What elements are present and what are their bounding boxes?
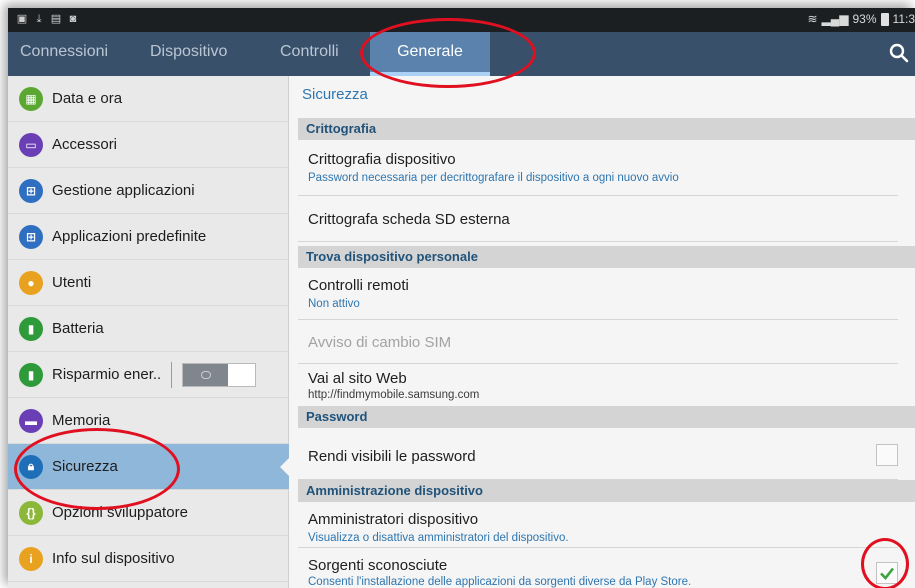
tab-controlli[interactable]: Controlli <box>280 32 339 76</box>
sidebar-item-utenti[interactable]: ● Utenti <box>8 260 289 306</box>
sidebar-item-label: Risparmio ener.. <box>52 366 162 383</box>
section-header-trova-dispositivo: Trova dispositivo personale <box>298 246 915 268</box>
wifi-icon: ≋ <box>807 12 818 26</box>
setting-subtitle: Consenti l'installazione delle applicazi… <box>308 576 692 588</box>
setting-title: Sorgenti sconosciute <box>308 557 448 574</box>
setting-rendi-visibili-password[interactable]: Rendi visibili le password <box>298 428 898 480</box>
info-icon: i <box>19 546 43 571</box>
developer-braces-icon: {} <box>19 500 43 525</box>
system-status: ≋ ▂▄▆ 93% 11:3 <box>807 12 915 26</box>
setting-amministratori-dispositivo[interactable]: Amministratori dispositivo Visualizza o … <box>298 502 898 548</box>
annotation-oval-unknown-sources-checkbox <box>861 538 909 588</box>
notification-icons: ▣ ⤓ ▤ ◙ <box>16 12 79 26</box>
annotation-oval-generale-tab <box>360 18 536 88</box>
setting-subtitle: http://findmymobile.samsung.com <box>308 389 480 401</box>
sidebar-item-label: Data e ora <box>52 90 123 107</box>
battery-icon <box>880 12 889 26</box>
setting-controlli-remoti[interactable]: Controlli remoti Non attivo <box>298 268 898 320</box>
setting-title: Amministratori dispositivo <box>308 511 479 528</box>
setting-subtitle: Password necessaria per decrittografare … <box>308 172 679 184</box>
section-header-crittografia: Crittografia <box>298 118 915 140</box>
sidebar-item-applicazioni-predefinite[interactable]: ⊞ Applicazioni predefinite <box>8 214 289 260</box>
show-password-checkbox[interactable] <box>876 444 898 466</box>
gallery-icon: ▤ <box>50 13 62 25</box>
setting-crittografa-sd[interactable]: Crittografa scheda SD esterna <box>298 196 898 242</box>
tab-dispositivo[interactable]: Dispositivo <box>150 32 227 76</box>
sidebar-item-data-e-ora[interactable]: ▦ Data e ora <box>8 76 289 122</box>
setting-sorgenti-sconosciute[interactable]: Sorgenti sconosciute Consenti l'installa… <box>298 548 898 588</box>
screenshot-icon: ▣ <box>16 13 28 25</box>
battery-icon: ▮ <box>19 316 43 341</box>
setting-vai-al-sito-web[interactable]: Vai al sito Web http://findmymobile.sams… <box>298 364 898 406</box>
section-header-amministrazione: Amministrazione dispositivo <box>298 480 915 502</box>
toggle-off-icon <box>200 370 211 379</box>
sidebar-item-gestione-applicazioni[interactable]: ⊞ Gestione applicazioni <box>8 168 289 214</box>
setting-crittografia-dispositivo[interactable]: Crittografia dispositivo Password necess… <box>298 140 898 196</box>
setting-subtitle: Visualizza o disattiva amministratori de… <box>308 532 569 544</box>
tab-connessioni[interactable]: Connessioni <box>20 32 108 76</box>
clock: 11:3 <box>892 12 915 26</box>
storage-icon: ▬ <box>19 408 43 433</box>
setting-title: Crittografa scheda SD esterna <box>308 211 510 228</box>
security-settings-panel: Sicurezza Crittografia Crittografia disp… <box>290 76 915 588</box>
selection-pointer <box>280 457 290 477</box>
setting-title: Vai al sito Web <box>308 370 407 387</box>
sidebar-item-label: Accessori <box>52 136 118 153</box>
image-icon: ◙ <box>69 13 77 25</box>
battery-percent: 93% <box>852 12 877 26</box>
apps-grid-icon: ⊞ <box>19 178 43 203</box>
toggle-knob[interactable] <box>183 363 229 386</box>
setting-avviso-cambio-sim[interactable]: Avviso di cambio SIM <box>298 320 898 364</box>
users-icon: ● <box>19 270 43 295</box>
divider <box>171 361 173 388</box>
section-header-password: Password <box>298 406 915 428</box>
signal-icon: ▂▄▆ <box>821 12 849 26</box>
power-saving-toggle[interactable] <box>182 362 257 387</box>
settings-sidebar: ▦ Data e ora ▭ Accessori ⊞ Gestione appl… <box>8 76 290 588</box>
page-title: Sicurezza <box>302 86 368 103</box>
tablet-screen: ▣ ⤓ ▤ ◙ ≋ ▂▄▆ 93% 11:3 Connessioni Dispo… <box>8 8 915 588</box>
setting-title: Controlli remoti <box>308 277 409 294</box>
sidebar-item-accessori[interactable]: ▭ Accessori <box>8 122 289 168</box>
setting-subtitle: Non attivo <box>308 298 360 310</box>
setting-title: Crittografia dispositivo <box>308 151 456 168</box>
accessory-icon: ▭ <box>19 132 43 157</box>
calendar-icon: ▦ <box>19 86 43 111</box>
search-icon[interactable] <box>889 43 909 63</box>
power-saving-icon: ▮ <box>19 362 43 387</box>
annotation-oval-sicurezza-item <box>14 428 180 510</box>
sidebar-item-info-dispositivo[interactable]: i Info sul dispositivo <box>8 536 289 582</box>
sidebar-item-label: Applicazioni predefinite <box>52 228 207 245</box>
sidebar-item-batteria[interactable]: ▮ Batteria <box>8 306 289 352</box>
sidebar-item-label: Batteria <box>52 320 104 337</box>
download-icon: ⤓ <box>36 13 42 25</box>
sidebar-item-label: Gestione applicazioni <box>52 182 195 199</box>
sidebar-item-label: Utenti <box>52 274 92 291</box>
sidebar-item-label: Memoria <box>52 412 111 429</box>
sidebar-item-risparmio-energetico[interactable]: ▮ Risparmio ener.. <box>8 352 289 398</box>
setting-title: Avviso di cambio SIM <box>308 334 452 351</box>
default-apps-icon: ⊞ <box>19 224 43 249</box>
sidebar-item-label: Info sul dispositivo <box>52 550 175 567</box>
setting-title: Rendi visibili le password <box>308 448 476 465</box>
